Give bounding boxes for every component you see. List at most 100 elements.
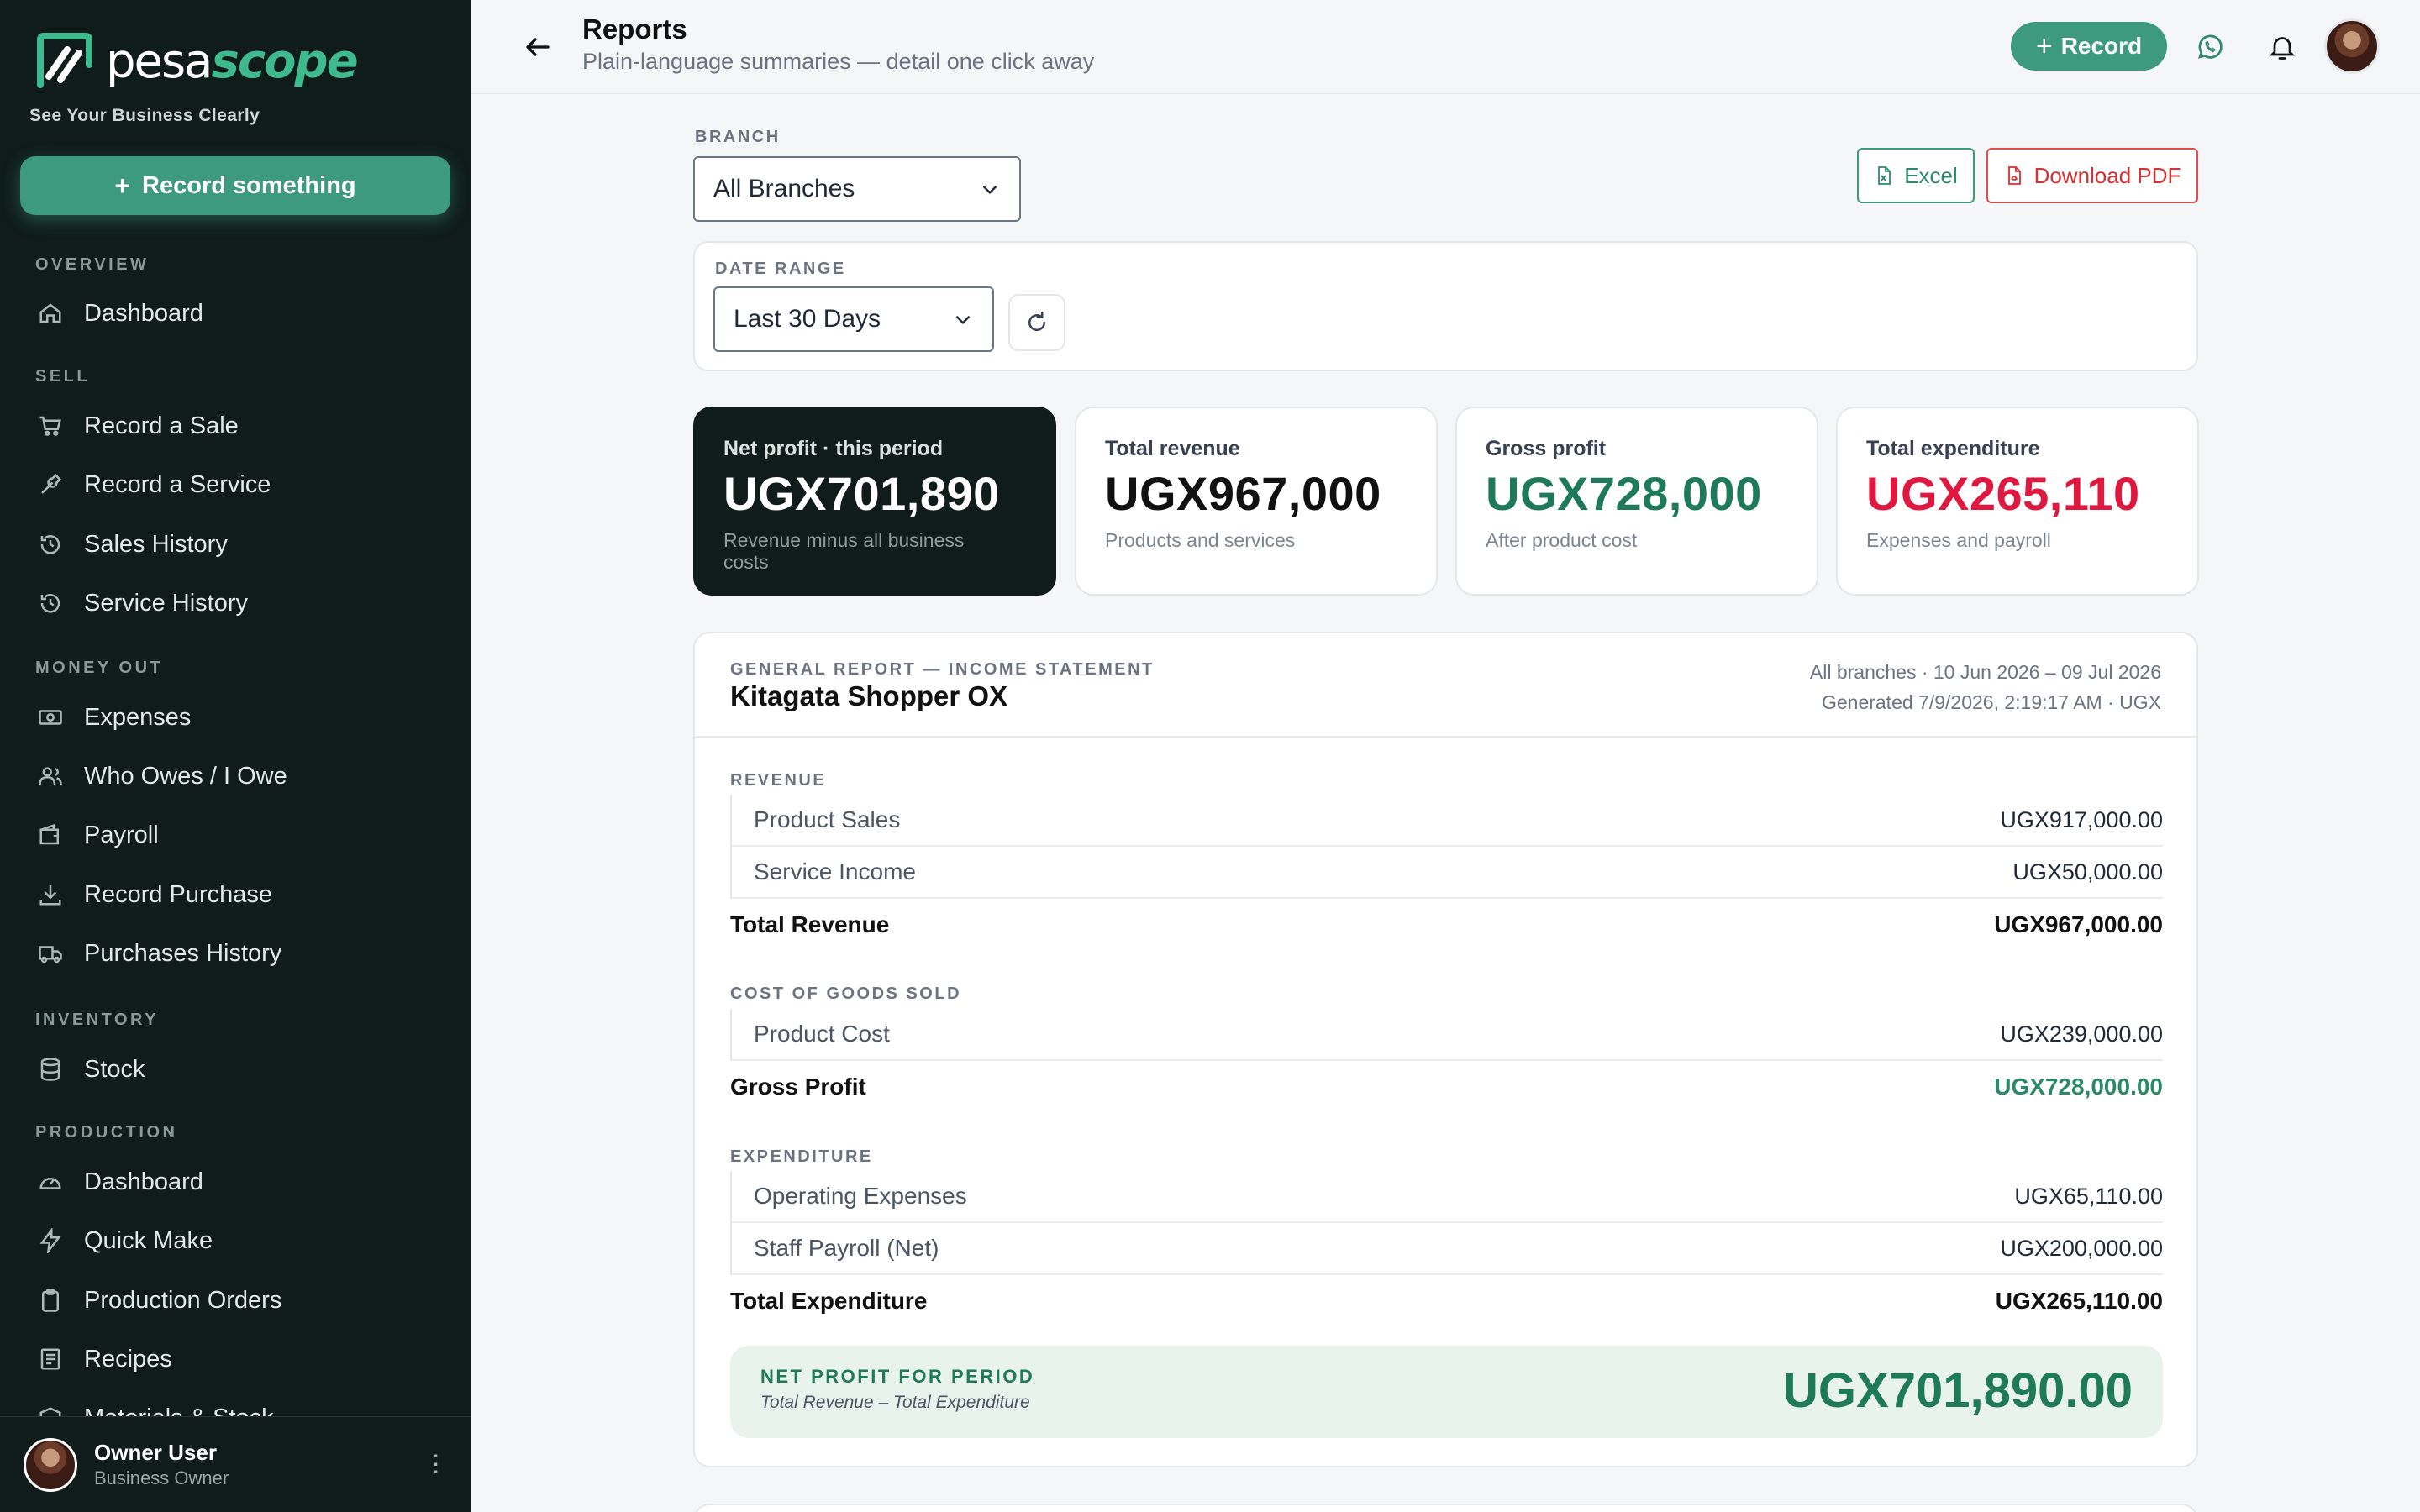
sidebar-item-stock[interactable]: Stock xyxy=(35,1048,145,1090)
row-amount: UGX728,000.00 xyxy=(1994,1074,2163,1100)
plus-icon: + xyxy=(2035,29,2053,62)
banknote-icon xyxy=(35,702,66,732)
net-profit-summary: NET PROFIT FOR PERIOD Total Revenue – To… xyxy=(730,1346,2163,1438)
wrench-icon xyxy=(35,470,66,500)
report-company-name: Kitagata Shopper OX xyxy=(730,680,1008,711)
sidebar-item-record-service[interactable]: Record a Service xyxy=(35,464,271,506)
row-amount: UGX239,000.00 xyxy=(2000,1021,2163,1047)
record-button[interactable]: + Record xyxy=(2011,22,2167,71)
page-subtitle: Plain-language summaries — detail one cl… xyxy=(582,49,1095,74)
row-amount: UGX50,000.00 xyxy=(2012,858,2163,885)
sidebar-item-service-history[interactable]: Service History xyxy=(35,582,248,624)
download-pdf-button[interactable]: Download PDF xyxy=(1986,148,2198,203)
section-sell: SELL xyxy=(35,367,91,386)
pdf-file-icon xyxy=(2007,166,2021,185)
list-icon xyxy=(35,1344,66,1374)
sidebar-item-label: Service History xyxy=(84,589,248,617)
excel-export-button[interactable]: Excel xyxy=(1857,148,1975,203)
whatsapp-icon[interactable] xyxy=(2195,32,2225,62)
download-icon xyxy=(35,879,66,910)
kpi-net-profit: Net profit · this period UGX701,890 Reve… xyxy=(693,407,1056,596)
sidebar-item-production-dashboard[interactable]: Dashboard xyxy=(35,1161,203,1203)
kpi-label: Total revenue xyxy=(1105,437,1240,460)
brand-tagline: See Your Business Clearly xyxy=(29,106,260,125)
sidebar-item-label: Dashboard xyxy=(84,1168,203,1195)
truck-icon xyxy=(35,938,66,969)
sidebar-item-record-sale[interactable]: Record a Sale xyxy=(35,405,239,447)
sidebar-item-who-owes[interactable]: Who Owes / I Owe xyxy=(35,755,287,797)
excel-button-label: Excel xyxy=(1904,162,1958,188)
branch-label: BRANCH xyxy=(695,128,781,146)
kpi-value: UGX728,000 xyxy=(1486,467,1762,520)
avatar xyxy=(24,1437,77,1492)
row-amount: UGX917,000.00 xyxy=(2000,806,2163,832)
avatar[interactable] xyxy=(2324,18,2380,74)
kpi-label: Gross profit xyxy=(1486,437,1607,460)
sidebar-item-purchases-history[interactable]: Purchases History xyxy=(35,932,281,974)
row-amount: UGX967,000.00 xyxy=(1994,911,2163,937)
record-something-button[interactable]: + Record something xyxy=(20,156,450,215)
cart-icon xyxy=(35,411,66,441)
net-profit-title: NET PROFIT FOR PERIOD xyxy=(760,1366,1035,1387)
date-range-value: Last 30 Days xyxy=(734,305,881,333)
kpi-subtext: Expenses and payroll xyxy=(1866,529,2051,551)
section-production: PRODUCTION xyxy=(35,1123,178,1142)
refresh-icon xyxy=(1028,311,1046,332)
wallet-icon xyxy=(35,820,66,850)
sidebar-item-label: Record Purchase xyxy=(84,880,273,908)
table-row-total: Gross Profit UGX728,000.00 xyxy=(730,1061,2163,1113)
chevron-down-icon xyxy=(955,315,971,325)
kpi-total-revenue: Total revenue UGX967,000 Products and se… xyxy=(1075,407,1438,596)
row-name: Operating Expenses xyxy=(754,1183,967,1209)
section-revenue-label: REVENUE xyxy=(730,771,827,790)
row-name: Service Income xyxy=(754,858,916,885)
row-amount: UGX265,110.00 xyxy=(1995,1288,2163,1314)
sidebar-item-label: Sales History xyxy=(84,530,228,558)
row-name: Total Expenditure xyxy=(730,1288,928,1314)
more-options-icon[interactable]: · · · xyxy=(431,1441,440,1483)
chevron-down-icon xyxy=(982,185,997,195)
kpi-value: UGX967,000 xyxy=(1105,467,1381,520)
sidebar-item-dashboard[interactable]: Dashboard xyxy=(35,292,203,334)
report-header: GENERAL REPORT — INCOME STATEMENT Kitaga… xyxy=(695,633,2196,738)
sidebar-item-payroll[interactable]: Payroll xyxy=(35,814,159,856)
report-meta-period: All branches · 10 Jun 2026 – 09 Jul 2026 xyxy=(1809,661,2161,683)
sidebar-item-label: Stock xyxy=(84,1055,145,1083)
row-name: Product Cost xyxy=(754,1021,890,1047)
row-amount: UGX200,000.00 xyxy=(2000,1235,2163,1261)
sidebar-item-production-orders[interactable]: Production Orders xyxy=(35,1279,281,1321)
refresh-button[interactable] xyxy=(1008,294,1065,351)
table-row-total: Total Revenue UGX967,000.00 xyxy=(730,899,2163,951)
database-icon xyxy=(35,1054,66,1084)
section-money-out: MONEY OUT xyxy=(35,659,164,677)
section-overview: OVERVIEW xyxy=(35,255,150,274)
brand-logo[interactable]: pesascope xyxy=(34,32,359,91)
table-row: Product Cost UGX239,000.00 xyxy=(730,1009,2163,1061)
sidebar-item-quick-make[interactable]: Quick Make xyxy=(35,1220,213,1262)
table-row: Product Sales UGX917,000.00 xyxy=(730,795,2163,847)
table-row: Operating Expenses UGX65,110.00 xyxy=(730,1171,2163,1223)
kpi-subtext: Revenue minus all business costs xyxy=(723,529,965,574)
clipboard-icon xyxy=(35,1285,66,1315)
sidebar-item-label: Recipes xyxy=(84,1345,172,1373)
branch-select[interactable]: All Branches xyxy=(693,156,1021,222)
sidebar-item-label: Record a Service xyxy=(84,470,271,498)
sidebar-item-expenses[interactable]: Expenses xyxy=(35,696,191,738)
branch-select-value: All Branches xyxy=(713,175,855,202)
user-profile-bar[interactable]: Owner User Business Owner · · · xyxy=(0,1416,471,1512)
date-range-select[interactable]: Last 30 Days xyxy=(713,286,994,352)
bell-icon[interactable] xyxy=(2267,32,2297,62)
income-statement-card: GENERAL REPORT — INCOME STATEMENT Kitaga… xyxy=(693,632,2198,1467)
gauge-icon xyxy=(35,1167,66,1197)
section-inventory: INVENTORY xyxy=(35,1011,160,1029)
history-icon xyxy=(35,588,66,618)
sidebar-item-label: Record a Sale xyxy=(84,412,239,439)
history-icon xyxy=(35,529,66,559)
section-cogs-label: COST OF GOODS SOLD xyxy=(730,984,962,1003)
back-arrow-icon[interactable] xyxy=(523,32,553,62)
sidebar-item-sales-history[interactable]: Sales History xyxy=(35,523,228,565)
sidebar-item-recipes[interactable]: Recipes xyxy=(35,1338,172,1380)
sidebar-item-record-purchase[interactable]: Record Purchase xyxy=(35,874,272,916)
report-kicker: GENERAL REPORT — INCOME STATEMENT xyxy=(730,660,1155,679)
date-range-label: DATE RANGE xyxy=(715,260,846,278)
